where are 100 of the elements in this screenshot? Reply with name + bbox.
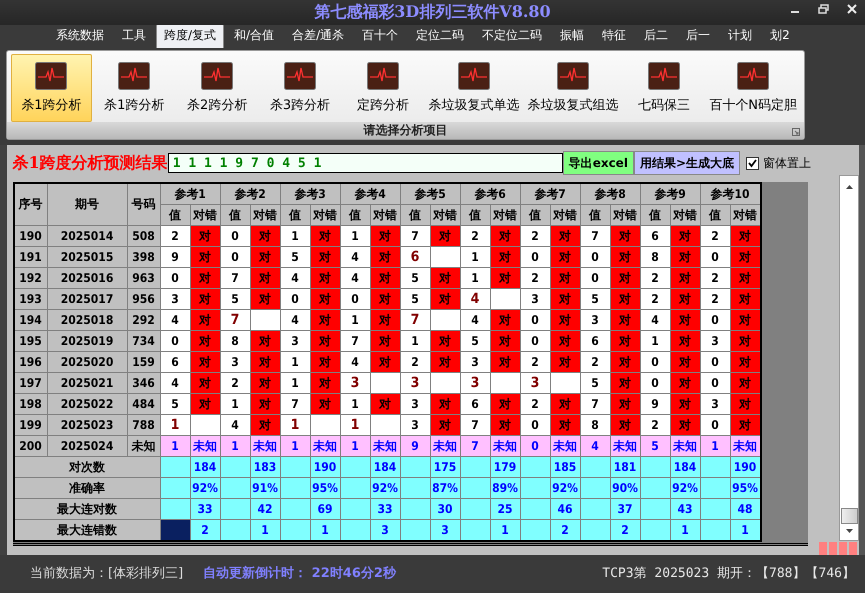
table-cell: 对: [310, 246, 340, 268]
table-cell: 195: [14, 330, 48, 352]
export-button[interactable]: 导出excel: [562, 151, 634, 175]
table-cell: 3: [220, 352, 250, 372]
ribbon-button[interactable]: 杀3跨分析: [260, 54, 340, 122]
table-cell: 对: [370, 394, 400, 414]
menu-tab[interactable]: 不定位二码: [474, 23, 550, 48]
ribbon-button[interactable]: 杀垃圾复式单选: [425, 54, 522, 122]
table-cell: 对: [430, 394, 460, 414]
ribbon-button[interactable]: 杀2跨分析: [176, 54, 258, 122]
table-cell: 对: [550, 288, 580, 310]
table-cell: 0: [700, 310, 730, 330]
table-cell: 3: [580, 310, 610, 330]
countdown-text: 自动更新倒计时： 22时46分2秒: [203, 564, 396, 582]
table-cell: 3: [340, 372, 370, 394]
table-cell: 对: [550, 226, 580, 246]
row-header: 准确率: [14, 478, 160, 498]
close-icon[interactable]: [847, 4, 857, 14]
table-cell: 对: [370, 246, 400, 268]
table-cell: 未知: [250, 436, 280, 456]
selected-cell[interactable]: [160, 520, 190, 541]
table-cell: 184: [670, 456, 700, 478]
table-cell: 0: [520, 436, 550, 456]
table-cell: 对: [670, 268, 700, 288]
restore-icon[interactable]: [818, 4, 829, 14]
table-cell: 3: [700, 394, 730, 414]
table-cell: 对: [430, 226, 460, 246]
table-cell: 未知: [610, 436, 640, 456]
heart-monitor-icon: [556, 62, 589, 90]
table-cell: 对: [610, 330, 640, 352]
table-cell: 7: [580, 226, 610, 246]
table-cell: 91%: [250, 478, 280, 498]
table-cell: 2025019: [47, 330, 128, 352]
table-cell: 对: [310, 394, 340, 414]
menu-tab[interactable]: 定位二码: [408, 23, 472, 48]
table-cell: 对: [250, 414, 280, 436]
table-cell: 87%: [430, 478, 460, 498]
table-cell: 92%: [670, 478, 700, 498]
scroll-thumb[interactable]: [840, 508, 858, 524]
menu-tab[interactable]: 工具: [114, 23, 154, 48]
table-cell: 2: [400, 352, 430, 372]
table-cell: 0: [640, 372, 670, 394]
table-cell: 对: [670, 394, 700, 414]
table-cell: 对: [610, 310, 640, 330]
menu-tab[interactable]: 合差/通杀: [284, 23, 352, 48]
table-cell: 对: [730, 246, 761, 268]
table-cell: 48: [730, 498, 761, 520]
table-cell: 1: [490, 520, 520, 541]
scroll-up-icon[interactable]: [844, 184, 854, 190]
ribbon-button[interactable]: 百十个N码定胆: [706, 54, 800, 122]
menu-tab[interactable]: 计划: [720, 23, 760, 48]
table-cell: 9: [160, 246, 190, 268]
menu-tab[interactable]: 后二: [636, 23, 676, 48]
table-cell: 对: [610, 246, 640, 268]
table-cell: 4: [460, 310, 490, 330]
column-header: 对错: [430, 204, 460, 226]
table-cell: 对: [550, 414, 580, 436]
table-cell: 1: [460, 268, 490, 288]
menu-tab[interactable]: 后一: [678, 23, 718, 48]
scrollbar[interactable]: [839, 175, 859, 541]
table-cell: 7: [340, 330, 370, 352]
dialog-launcher-icon[interactable]: [792, 128, 800, 136]
table-cell: 对: [310, 268, 340, 288]
scroll-down-icon[interactable]: [844, 528, 854, 534]
table-cell: 0: [220, 226, 250, 246]
generate-button[interactable]: 用结果>生成大底: [634, 151, 740, 175]
table-cell: 对: [250, 372, 280, 394]
table-cell: 对: [190, 372, 220, 394]
ribbon-button[interactable]: 七码保三: [623, 54, 704, 122]
table-cell: 30: [430, 498, 460, 520]
table-cell: 对: [190, 310, 220, 330]
menu-tab[interactable]: 振幅: [552, 23, 592, 48]
menu-tab[interactable]: 和/合值: [226, 23, 282, 48]
ribbon-button[interactable]: 杀1跨分析: [94, 54, 175, 122]
table-cell: 200: [14, 436, 48, 456]
group-header: 参考4: [340, 183, 400, 204]
table-cell: 956: [127, 288, 160, 310]
menu-tab[interactable]: 划2: [762, 23, 798, 48]
table-cell: 2: [520, 268, 550, 288]
menu-tab[interactable]: 百十个: [354, 23, 406, 48]
column-header: 对错: [550, 204, 580, 226]
table-cell: 1: [160, 414, 190, 436]
menu-tab[interactable]: 特征: [594, 23, 634, 48]
table-cell: 199: [14, 414, 48, 436]
ribbon-button[interactable]: 杀垃圾复式组选: [524, 54, 622, 122]
ribbon-button[interactable]: 定跨分析: [342, 54, 424, 122]
table-cell: 对: [370, 288, 400, 310]
table-cell: 89%: [490, 478, 520, 498]
table-cell: 181: [610, 456, 640, 478]
checkbox[interactable]: [746, 156, 759, 170]
table-cell: 对: [490, 268, 520, 288]
result-field[interactable]: 1 1 1 1 9 7 0 4 5 1: [168, 153, 563, 173]
table-cell: 对: [670, 246, 700, 268]
menu-tab[interactable]: 系统数据: [48, 23, 112, 48]
table-cell: 3: [400, 414, 430, 436]
ribbon-button[interactable]: 杀1跨分析: [11, 54, 92, 122]
group-header: 参考9: [640, 183, 700, 204]
menu-tab[interactable]: 跨度/复式: [156, 23, 224, 48]
table-cell: 194: [14, 310, 48, 330]
table-cell: 2: [640, 288, 670, 310]
